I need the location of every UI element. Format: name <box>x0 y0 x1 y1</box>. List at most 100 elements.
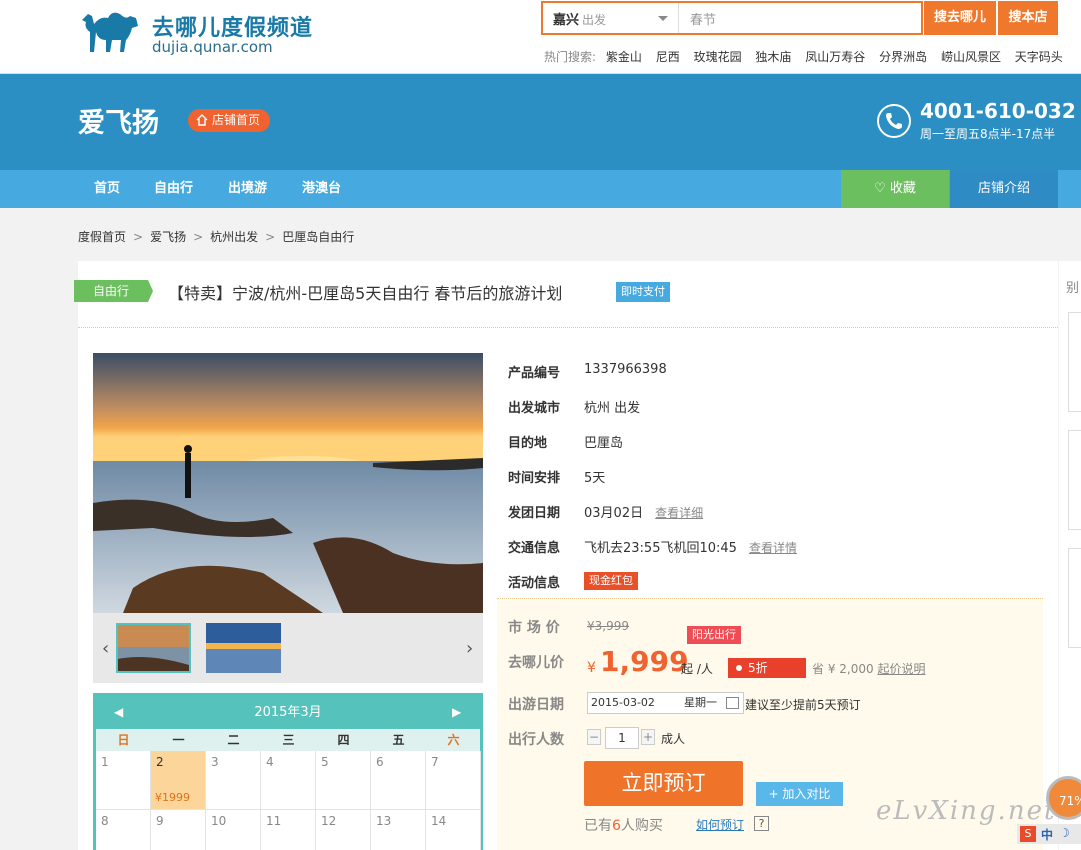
weekday-label: 五 <box>392 733 405 747</box>
calendar-day: 8 <box>96 810 151 850</box>
hot-search-link[interactable]: 天字码头 <box>1015 50 1063 64</box>
search-box: 嘉兴 出发 <box>541 1 923 35</box>
weekday-label: 一 <box>172 733 185 747</box>
how-to-book-link[interactable]: 如何预订 <box>696 816 744 833</box>
calendar-day: 12 <box>316 810 371 850</box>
chevron-down-icon <box>658 16 668 21</box>
market-price-label: 市 场 价 <box>508 620 560 636</box>
favorite-button[interactable]: ♡ 收藏 <box>841 170 949 208</box>
hot-search-link[interactable]: 玫瑰花园 <box>694 50 742 64</box>
hot-search-link[interactable]: 分界洲岛 <box>879 50 927 64</box>
travel-date-input[interactable]: 2015-03-02 星期一 <box>587 692 744 714</box>
calendar-day: 11 <box>261 810 316 850</box>
travel-date-label: 出游日期 <box>508 697 564 713</box>
breadcrumb-link[interactable]: 巴厘岛自由行 <box>282 230 354 244</box>
weekday-label: 四 <box>337 733 350 747</box>
search-store-button[interactable]: 搜本店 <box>998 1 1058 35</box>
side-panel-box[interactable] <box>1068 312 1081 412</box>
store-intro-button[interactable]: 店铺介绍 <box>950 170 1058 208</box>
next-month-icon[interactable]: ▶ <box>452 696 461 729</box>
nav-item-outbound[interactable]: 出境游 <box>228 170 267 208</box>
product-title: 【特卖】宁波/杭州-巴厘岛5天自由行 春节后的旅游计划 <box>168 284 563 303</box>
calendar-day: 7 <box>426 751 481 810</box>
bought-number: 6 <box>612 818 621 834</box>
hot-search-link[interactable]: 紫金山 <box>606 50 642 64</box>
nav-item-hk-macau-taiwan[interactable]: 港澳台 <box>302 170 341 208</box>
sunny-travel-tag: 阳光出行 <box>687 626 741 644</box>
store-home-label: 店铺首页 <box>212 113 261 127</box>
departure-city-select[interactable]: 嘉兴 出发 <box>543 3 679 33</box>
bought-prefix: 已有 <box>584 818 612 834</box>
calendar-day: 5 <box>316 751 371 810</box>
nav-item-free-travel[interactable]: 自由行 <box>154 170 193 208</box>
book-now-button[interactable]: 立即预订 <box>584 761 743 806</box>
adult-unit: 成人 <box>661 732 686 746</box>
instant-pay-tag: 即时支付 <box>616 282 670 302</box>
calendar-day: 13 <box>371 810 426 850</box>
price-explain-link[interactable]: 起价说明 <box>877 662 925 676</box>
add-compare-button[interactable]: + 加入对比 <box>756 782 843 806</box>
hot-search-link[interactable]: 崂山风景区 <box>941 50 1001 64</box>
prev-month-icon[interactable]: ◀ <box>114 696 123 729</box>
calendar-day: 6 <box>371 751 426 810</box>
increase-button[interactable]: + <box>641 729 655 745</box>
qunar-price: 1,999 <box>600 645 689 678</box>
ime-logo-icon: S <box>1020 826 1036 842</box>
quantity-input[interactable]: 1 <box>605 727 639 749</box>
thumbnail[interactable] <box>116 623 191 673</box>
calendar-day: 14 <box>426 810 481 850</box>
bought-suffix: 人购买 <box>620 818 663 834</box>
ime-toolbar[interactable]: S 中 ☽ <box>1017 824 1081 844</box>
savings-text: 省 ¥ 2,000 <box>812 662 874 676</box>
hot-search-link[interactable]: 独木庙 <box>755 50 791 64</box>
field-label: 产品编号 <box>508 366 561 381</box>
help-icon[interactable]: ? <box>754 816 769 831</box>
breadcrumb-link[interactable]: 爱飞扬 <box>150 230 186 244</box>
search-qunar-button[interactable]: 搜去哪儿 <box>924 1 996 35</box>
tag-tail <box>148 280 153 302</box>
travel-weekday: 星期一 <box>684 696 717 709</box>
departure-date: 03月02日 <box>584 506 644 521</box>
field-label: 交通信息 <box>508 541 561 556</box>
breadcrumb: 度假首页 > 爱飞扬 > 杭州出发 > 巴厘岛自由行 <box>78 230 355 244</box>
chevron-right-icon[interactable]: › <box>466 638 473 659</box>
product-code: 1337966398 <box>584 362 667 377</box>
search-input[interactable] <box>680 3 920 33</box>
calendar-day: 4 <box>261 751 316 810</box>
side-panel-box[interactable] <box>1068 548 1081 648</box>
view-traffic-link[interactable]: 查看详情 <box>749 541 797 555</box>
product-photo <box>93 353 483 613</box>
field-label: 时间安排 <box>508 471 561 486</box>
thumbnail[interactable] <box>206 623 281 673</box>
breadcrumb-link[interactable]: 杭州出发 <box>210 230 258 244</box>
calendar-day-price: ¥1999 <box>155 791 190 804</box>
hot-search: 热门搜索: 紫金山 尼西 玫瑰花园 独木庙 凤山万寿谷 分界洲岛 崂山风景区 天… <box>544 48 1073 65</box>
calendar-day-selected[interactable]: 2 ¥1999 <box>151 751 206 810</box>
field-label: 目的地 <box>508 436 548 451</box>
heart-icon: ♡ <box>874 181 886 196</box>
departure-calendar: ◀ 2015年3月 ▶ 日 一 二 三 四 五 六 1 2 ¥1999 3 4 … <box>93 693 483 850</box>
watermark: eLvXing.net <box>876 796 1057 826</box>
nav-item-home[interactable]: 首页 <box>94 170 120 208</box>
cash-bonus-tag[interactable]: 现金红包 <box>584 572 638 590</box>
breadcrumb-link[interactable]: 度假首页 <box>78 230 126 244</box>
store-name: 爱飞扬 <box>78 108 159 139</box>
moon-icon[interactable]: ☽ <box>1059 826 1070 840</box>
weekday-label: 三 <box>282 733 295 747</box>
chevron-left-icon[interactable]: ‹ <box>102 638 109 659</box>
currency-symbol: ¥ <box>587 660 596 676</box>
divider <box>78 327 1058 328</box>
hot-search-link[interactable]: 尼西 <box>656 50 680 64</box>
logo-domain: dujia.qunar.com <box>152 38 273 56</box>
calendar-month: 2015年3月 <box>254 705 322 720</box>
side-panel-box[interactable] <box>1068 430 1081 530</box>
city-value: 嘉兴 <box>553 13 580 28</box>
calendar-icon[interactable] <box>726 697 739 709</box>
site-logo[interactable]: 去哪儿度假频道 dujia.qunar.com <box>78 6 328 58</box>
hot-search-link[interactable]: 凤山万寿谷 <box>805 50 865 64</box>
store-home-button[interactable]: 店铺首页 <box>188 109 271 132</box>
view-detail-link[interactable]: 查看详细 <box>655 506 703 520</box>
ime-mode[interactable]: 中 <box>1041 826 1053 843</box>
product-type-tag: 自由行 <box>74 280 148 302</box>
decrease-button[interactable]: − <box>587 729 601 745</box>
